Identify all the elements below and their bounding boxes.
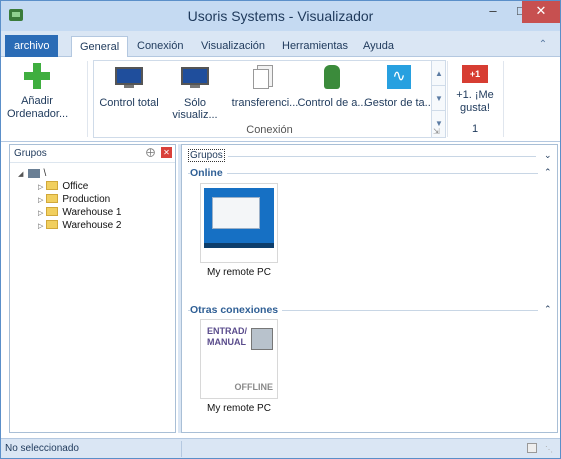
collapsed-icon[interactable]: ▷ [38, 184, 43, 191]
close-button[interactable]: ✕ [522, 1, 560, 23]
minimize-button[interactable]: – [479, 1, 507, 23]
power-control-icon [318, 65, 346, 89]
tree-node-warehouse-2[interactable]: ▷ Warehouse 2 [38, 219, 122, 232]
tab-visualizacion[interactable]: Visualización [201, 36, 265, 58]
ribbon-separator [447, 61, 448, 137]
tab-file[interactable]: archivo [5, 35, 59, 57]
window-title: Usoris Systems - Visualizador [187, 8, 374, 24]
chevron-up-icon[interactable]: ⌃ [544, 167, 552, 178]
monitor-cursor-icon [115, 65, 143, 89]
ribbon-group-label: Conexión [246, 124, 293, 136]
main-window: Usoris Systems - Visualizador – □ ✕ arch… [0, 0, 561, 459]
folder-icon [46, 194, 59, 203]
add-computer-label: Añadir Ordenador... [7, 95, 69, 120]
google-plus-label: +1. ¡Me gusta! [456, 89, 494, 114]
plus-icon [24, 63, 50, 89]
tree-node-label: Office [62, 181, 89, 192]
tree-node-label: Warehouse 1 [62, 207, 122, 218]
manual-computer-tile[interactable]: ENTRAD/MANUAL OFFLINE [200, 319, 278, 399]
connections-pane: Grupos ⌄ Online ⌃ My remote PC Otras con… [181, 144, 558, 433]
collapsed-icon[interactable]: ▷ [38, 197, 43, 204]
collapsed-icon[interactable]: ▷ [38, 210, 43, 217]
groups-tree: ◢ \ ▷ Office ▷ Production ▷ Warehouse 1 ▷ Wa… [18, 167, 122, 232]
pin-icon[interactable]: ⨁ [146, 147, 155, 158]
dialog-launcher-icon[interactable]: ⇲ [433, 127, 440, 136]
monitor-icon [181, 65, 209, 89]
expand-icon[interactable]: ◢ [18, 171, 23, 178]
online-computer-name: My remote PC [207, 267, 271, 278]
offline-status: OFFLINE [234, 382, 274, 392]
chevron-down-icon[interactable]: ⌄ [544, 150, 552, 161]
folder-icon [46, 207, 59, 216]
file-transfer-label: transferenci... [231, 97, 299, 109]
gallery-up-icon[interactable]: ▲ [432, 61, 446, 86]
folder-icon [46, 181, 59, 190]
power-control-label: Control de a... [297, 97, 367, 109]
ribbon-tabs: archivo General Conexión Visualización H… [1, 31, 560, 58]
tab-herramientas[interactable]: Herramientas [282, 36, 348, 58]
other-connections-label: Otras conexiones [190, 304, 283, 316]
tab-general[interactable]: General [71, 36, 129, 58]
close-pane-icon[interactable]: ✕ [161, 147, 172, 158]
tree-root[interactable]: ◢ \ [18, 167, 122, 180]
online-computer-tile[interactable] [200, 183, 278, 263]
ribbon-body: Añadir Ordenador... Control total Sólo v… [1, 57, 560, 142]
status-icon[interactable] [527, 443, 537, 453]
tab-conexion[interactable]: Conexión [137, 36, 183, 58]
view-only-button[interactable]: Sólo visualiz... [160, 65, 230, 121]
collapsed-icon[interactable]: ▷ [38, 223, 43, 230]
add-computer-button[interactable]: Añadir Ordenador... [7, 63, 69, 121]
network-icon [28, 168, 41, 178]
tree-node-warehouse-1[interactable]: ▷ Warehouse 1 [38, 206, 122, 219]
power-control-button[interactable]: Control de a... [297, 65, 367, 109]
title-bar: Usoris Systems - Visualizador – □ ✕ [1, 1, 560, 31]
groups-pane-title: Grupos [14, 148, 47, 159]
tree-node-office[interactable]: ▷ Office [38, 180, 122, 193]
like-count: 1 [471, 123, 479, 135]
status-bar: No seleccionado ⋱ [1, 438, 560, 458]
resize-grip-icon[interactable]: ⋱ [545, 445, 553, 454]
pulse-icon: ∿ [385, 65, 413, 89]
full-control-label: Control total [99, 97, 159, 109]
google-plus-icon: +1 [462, 65, 488, 83]
chevron-up-icon[interactable]: ⌃ [544, 304, 552, 315]
file-transfer-button[interactable]: transferenci... [230, 65, 300, 109]
breadcrumb[interactable]: Grupos [188, 149, 225, 162]
tree-node-label: Warehouse 2 [62, 220, 122, 231]
manual-entry-text: ENTRAD/MANUAL [207, 326, 247, 347]
manual-computer-icon [251, 328, 273, 350]
task-manager-label: Gestor de ta... [364, 97, 434, 109]
connections-header: Grupos ⌄ [188, 149, 552, 163]
desktop-thumbnail [204, 188, 274, 248]
ribbon-collapse-icon[interactable]: ⌃ [537, 39, 549, 51]
gallery-down-icon[interactable]: ▼ [432, 86, 446, 111]
folder-icon [46, 220, 59, 229]
full-control-button[interactable]: Control total [94, 65, 164, 109]
manual-computer-name: My remote PC [207, 403, 271, 414]
tab-ayuda[interactable]: Ayuda [363, 36, 394, 58]
view-only-label: Sólo visualiz... [172, 97, 218, 121]
online-section-label: Online [190, 167, 227, 179]
task-manager-button[interactable]: ∿ Gestor de ta... [364, 65, 434, 109]
ribbon-separator [87, 61, 88, 137]
tree-node-production[interactable]: ▷ Production [38, 193, 122, 206]
groups-pane-header: Grupos ⨁ ✕ [10, 145, 175, 163]
groups-pane: Grupos ⨁ ✕ ◢ \ ▷ Office ▷ Production ▷ Ware… [9, 144, 176, 433]
tree-node-label: Production [62, 194, 111, 205]
files-icon [251, 65, 279, 89]
ribbon-separator [503, 61, 504, 137]
status-text: No seleccionado [5, 443, 79, 454]
google-plus-button[interactable]: +1 +1. ¡Me gusta! [449, 65, 501, 115]
